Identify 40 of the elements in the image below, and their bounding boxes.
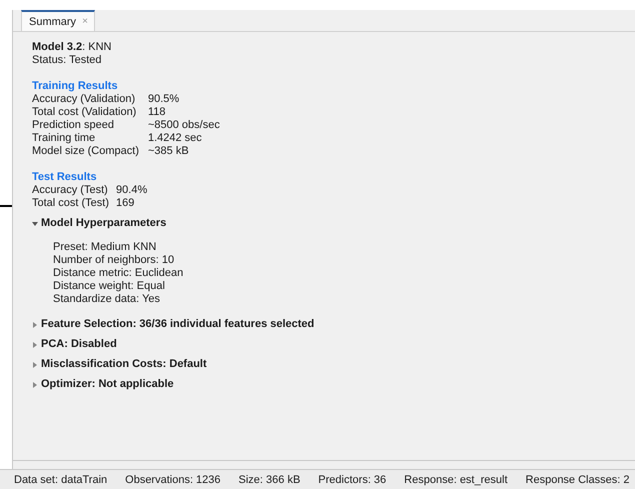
expand-icon[interactable] bbox=[32, 220, 38, 226]
section-header[interactable]: Model Hyperparameters bbox=[41, 217, 166, 230]
metric-value: 90.4% bbox=[116, 184, 148, 197]
parameter-line: Preset: Medium KNN bbox=[53, 241, 158, 254]
parameter-line: Number of neighbors: 10 bbox=[53, 254, 176, 267]
section-header[interactable]: PCA: Disabled bbox=[41, 338, 117, 351]
metric-value: 169 bbox=[116, 197, 136, 210]
section-header[interactable]: Misclassification Costs: Default bbox=[41, 358, 207, 371]
metric-label: Accuracy (Validation) bbox=[32, 93, 136, 106]
parameter-line: Distance weight: Equal bbox=[53, 280, 166, 293]
status-item: Observations: 1236 bbox=[125, 474, 221, 486]
metric-label: Total cost (Test) bbox=[32, 197, 110, 210]
metric-label: Prediction speed bbox=[32, 119, 115, 132]
expand-icon[interactable] bbox=[32, 322, 38, 328]
parameter-line: Distance metric: Euclidean bbox=[53, 267, 184, 280]
section-header[interactable]: Feature Selection: 36/36 individual features selected bbox=[41, 318, 314, 331]
section-heading: Test Results bbox=[32, 171, 98, 184]
expand-icon[interactable] bbox=[32, 382, 38, 388]
status-item: Data set: dataTrain bbox=[14, 474, 108, 486]
status-item: Response Classes: 2 bbox=[526, 474, 630, 486]
model-title: Model 3.2: KNN bbox=[32, 41, 112, 54]
metric-label: Accuracy (Test) bbox=[32, 184, 109, 197]
metric-value: 118 bbox=[148, 106, 167, 119]
metric-value: 90.5% bbox=[148, 93, 180, 106]
status-item: Size: 366 kB bbox=[238, 474, 300, 486]
metric-value: ~385 kB bbox=[148, 145, 190, 158]
expand-icon[interactable] bbox=[32, 342, 38, 348]
section-heading: Training Results bbox=[32, 80, 119, 93]
metric-label: Training time bbox=[32, 132, 96, 145]
metric-value: 1.4242 sec bbox=[148, 132, 203, 145]
metric-label: Model size (Compact) bbox=[32, 145, 139, 158]
status-item: Predictors: 36 bbox=[318, 474, 386, 486]
summary-tab[interactable]: Summary × bbox=[21, 10, 95, 31]
expand-icon[interactable] bbox=[32, 362, 38, 368]
parameter-line: Standardize data: Yes bbox=[53, 293, 162, 306]
status-item: Response: est_result bbox=[404, 474, 508, 486]
model-status: Status: Tested bbox=[32, 54, 103, 67]
metric-value: ~8500 obs/sec bbox=[148, 119, 220, 132]
section-header[interactable]: Optimizer: Not applicable bbox=[41, 378, 174, 391]
metric-label: Total cost (Validation) bbox=[32, 106, 138, 119]
